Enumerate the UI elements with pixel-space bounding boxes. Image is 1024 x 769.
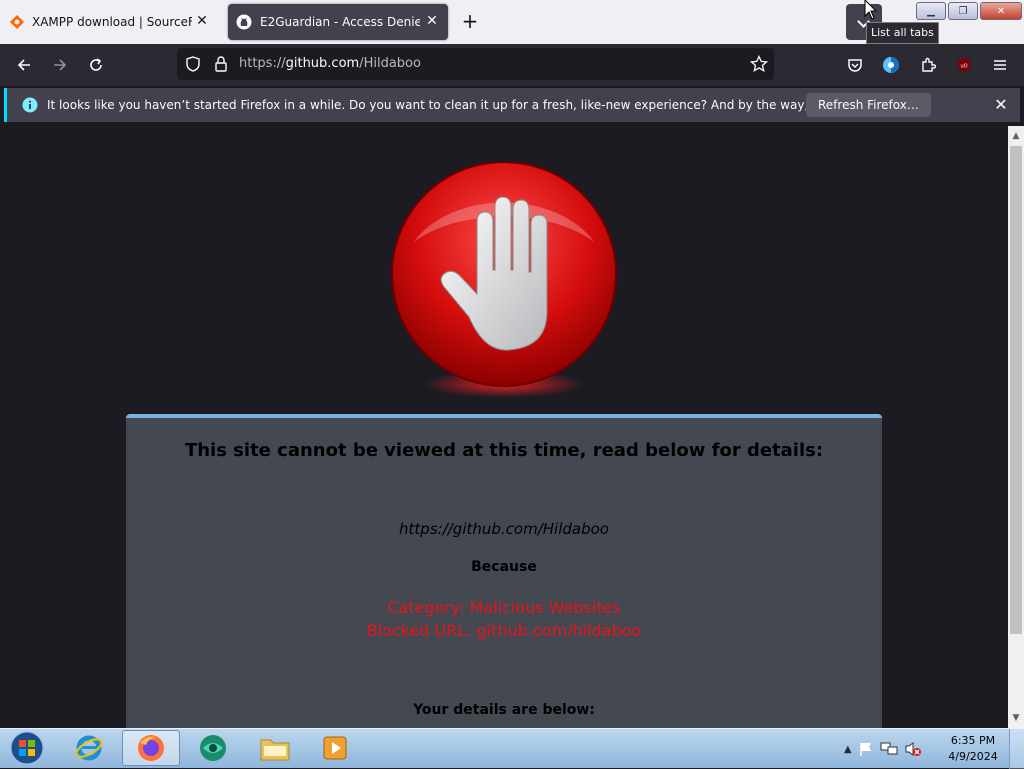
mouse-cursor-icon [864,0,878,20]
taskbar-app-green[interactable] [188,730,238,766]
account-avatar-icon [883,57,899,73]
internet-explorer-icon [75,735,103,761]
tooltip: List all tabs [866,22,939,44]
github-icon [236,14,252,30]
block-category: Category: Malicious Websites [387,598,621,617]
details-heading: Your details are below: [413,702,595,718]
system-tray: ▲ [844,729,922,769]
pocket-icon [848,59,862,72]
clock-date: 4/9/2024 [948,750,998,763]
show-desktop-button[interactable] [1009,729,1024,769]
taskbar-internet-explorer[interactable] [64,730,114,766]
minimize-button[interactable]: ▁ [916,2,946,20]
account-button[interactable] [876,50,906,80]
show-hidden-icons-icon[interactable]: ▲ [844,744,852,755]
menu-button[interactable] [985,50,1015,80]
pocket-button[interactable] [840,50,870,80]
tab-title: XAMPP download | SourceForg [32,15,192,29]
taskbar-media-player[interactable] [310,730,360,766]
start-button[interactable] [2,730,52,766]
lock-icon[interactable] [213,55,229,73]
scrollbar-thumb[interactable] [1010,146,1022,634]
close-tab-icon[interactable]: ✕ [424,13,440,29]
firefox-icon [138,735,164,761]
restore-button[interactable]: ❐ [948,2,978,20]
tab-title: E2Guardian - Access Denied [260,15,420,29]
blocked-url: https://github.com/Hildaboo [399,520,609,538]
url-bar[interactable]: https://github.com/Hildaboo [177,48,774,80]
scroll-up-arrow-icon[interactable]: ▲ [1008,128,1024,144]
svg-text:uO: uO [960,64,967,70]
refresh-firefox-button[interactable]: Refresh Firefox… [806,93,931,117]
puzzle-piece-icon [922,57,936,72]
extensions-button[interactable] [913,50,943,80]
page-content: This site cannot be viewed at this time,… [0,126,1008,728]
media-player-icon [323,736,347,760]
close-notification-icon[interactable]: ✕ [992,96,1010,114]
notification-message: It looks like you haven’t started Firefo… [47,98,903,112]
forward-arrow-icon [54,59,67,71]
because-label: Because [471,559,537,575]
url-scheme: https:// [239,56,286,71]
close-tab-icon[interactable]: ✕ [194,13,210,29]
bookmark-star-icon[interactable] [750,55,768,73]
reload-button[interactable] [81,50,111,80]
taskbar-firefox[interactable] [122,730,180,766]
url-host: github.com [285,56,360,71]
action-center-flag-icon[interactable] [858,741,874,757]
sourceforge-icon [10,15,24,29]
taskbar-file-explorer[interactable] [250,730,300,766]
window-controls: ▁ ❐ ✕ [916,2,1022,20]
url-path: /Hildaboo [359,56,421,71]
stop-hand-icon [391,162,617,398]
forward-button[interactable] [45,50,75,80]
hamburger-menu-icon [994,60,1006,70]
folder-icon [260,739,290,761]
page-scrollbar[interactable]: ▲ ▼ [1008,126,1024,728]
speaker-muted-icon[interactable] [904,741,922,757]
tab-xampp[interactable]: XAMPP download | SourceForg ✕ [0,4,218,40]
scroll-down-arrow-icon[interactable]: ▼ [1008,710,1024,726]
back-button[interactable] [9,50,39,80]
window-close-button[interactable]: ✕ [980,2,1022,20]
block-heading: This site cannot be viewed at this time,… [184,440,824,461]
taskbar: ▲ 6:35 PM 4/9/2024 [0,728,1024,769]
block-reason-url: Blocked URL: github.com/hildaboo [366,621,642,640]
tracking-protection-shield-icon[interactable] [185,56,201,72]
reload-icon [90,58,102,71]
url-text[interactable]: https://github.com/Hildaboo [239,48,421,80]
ublock-button[interactable]: uO [949,50,979,80]
taskbar-clock[interactable]: 6:35 PM 4/9/2024 [940,733,1006,765]
tab-e2guardian[interactable]: E2Guardian - Access Denied ✕ [228,4,448,40]
new-tab-button[interactable]: + [458,10,482,34]
tab-strip: XAMPP download | SourceForg ✕ E2Guardian… [0,0,1024,44]
ublock-shield-icon: uO [958,58,970,72]
network-icon[interactable] [880,741,898,757]
clock-time: 6:35 PM [950,734,996,747]
back-arrow-icon [17,59,30,71]
globe-app-icon [200,735,226,761]
block-details-panel: This site cannot be viewed at this time,… [126,414,882,728]
refresh-firefox-notification: It looks like you haven’t started Firefo… [4,88,1020,122]
info-icon [22,97,38,113]
windows-orb-icon [10,731,44,765]
